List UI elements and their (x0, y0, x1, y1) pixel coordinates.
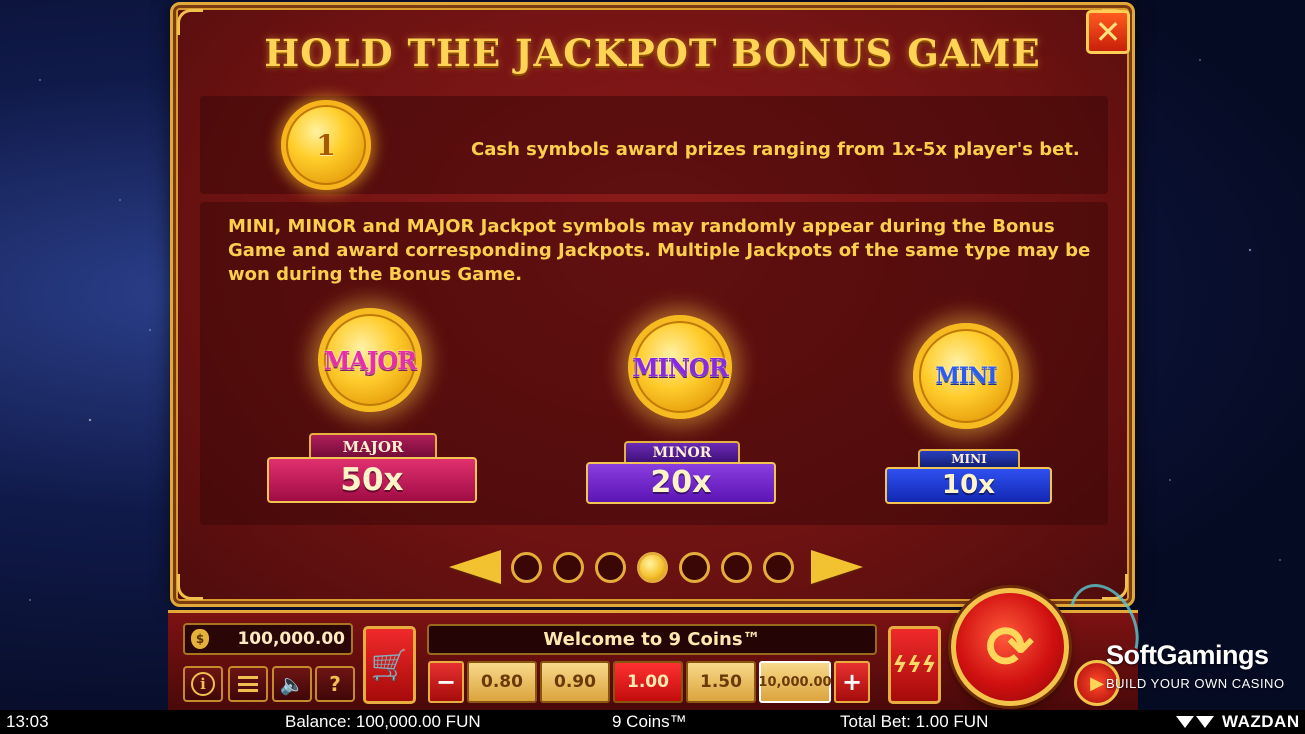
help-icon: ? (329, 672, 341, 696)
bet-option-custom[interactable]: 10,000.00 (758, 661, 832, 703)
panel-corner-ornament (177, 574, 203, 600)
page-dot[interactable] (511, 552, 542, 583)
autoplay-icon: ϟϟϟ (892, 652, 937, 678)
cash-coin-icon: 1 (281, 100, 371, 190)
money-bag-icon: $ (191, 629, 209, 649)
bet-increase-button[interactable]: + (834, 661, 870, 703)
minor-coin-label: MINOR (632, 352, 729, 382)
watermark-tagline: BUILD YOUR OWN CASINO (1106, 676, 1285, 691)
page-dot-active[interactable] (637, 552, 668, 583)
minor-tag: MINOR (624, 441, 740, 463)
info-button[interactable]: i (183, 666, 223, 702)
watermark-brand: SoftGamings (1106, 640, 1269, 670)
bet-selector: − 0.80 0.90 1.00 1.50 10,000.00 + (428, 661, 875, 703)
cart-icon: 🛒 (370, 647, 409, 683)
next-page-arrow-icon[interactable] (811, 550, 863, 584)
help-button[interactable]: ? (315, 666, 355, 702)
autoplay-button[interactable]: ϟϟϟ (888, 626, 941, 704)
page-dot[interactable] (721, 552, 752, 583)
close-button[interactable]: ✕ (1086, 10, 1130, 54)
page-dot[interactable] (595, 552, 626, 583)
pagination-dots (511, 552, 794, 583)
bet-option[interactable]: 1.50 (686, 661, 756, 703)
play-icon: ▶ (1090, 672, 1104, 694)
jackpot-description: MINI, MINOR and MAJOR Jackpot symbols ma… (228, 216, 1091, 285)
shop-button[interactable]: 🛒 (363, 626, 416, 704)
mini-coin-label: MINI (935, 363, 997, 389)
cash-coin-value: 1 (316, 128, 336, 162)
prev-page-arrow-icon[interactable] (449, 550, 501, 584)
bet-option-selected[interactable]: 1.00 (613, 661, 683, 703)
balance-display: $ 100,000.00 (183, 623, 353, 655)
bet-option[interactable]: 0.90 (540, 661, 610, 703)
menu-icon (238, 676, 258, 692)
status-total-bet: Total Bet: 1.00 FUN (840, 712, 989, 731)
mini-coin-icon: MINI (913, 323, 1019, 429)
bet-decrease-button[interactable]: − (428, 661, 464, 703)
speaker-icon: 🔈 (279, 672, 305, 696)
minor-value: 20x (586, 462, 776, 504)
menu-button[interactable] (228, 666, 268, 702)
status-balance: Balance: 100,000.00 FUN (285, 712, 481, 731)
cash-description: Cash symbols award prizes ranging from 1… (471, 139, 1080, 160)
sound-button[interactable]: 🔈 (272, 666, 312, 702)
major-tag: MAJOR (309, 433, 437, 459)
major-value: 50x (267, 457, 477, 503)
provider-logo: WAZDAN (1222, 712, 1300, 731)
page-dot[interactable] (679, 552, 710, 583)
major-coin-label: MAJOR (323, 345, 417, 375)
spin-icon: ⟳ (985, 613, 1035, 681)
minor-coin-icon: MINOR (628, 315, 732, 419)
close-icon: ✕ (1094, 13, 1122, 51)
balance-value: 100,000.00 (237, 629, 345, 649)
info-icon: i (191, 672, 215, 696)
status-bar: 13:03 Balance: 100,000.00 FUN 9 Coins™ T… (0, 710, 1305, 734)
paytable-panel: HOLD THE JACKPOT BONUS GAME ✕ 1 Cash sym… (170, 2, 1135, 607)
page-title: HOLD THE JACKPOT BONUS GAME (264, 31, 1041, 75)
major-coin-icon: MAJOR (318, 308, 422, 412)
page-dot[interactable] (553, 552, 584, 583)
mini-tag: MINI (918, 449, 1020, 468)
wazdan-logo-icon (1176, 716, 1216, 728)
spin-button[interactable]: ⟳ (951, 588, 1069, 706)
mini-value: 10x (885, 467, 1052, 504)
bet-option[interactable]: 0.80 (467, 661, 537, 703)
status-game-name: 9 Coins™ (612, 712, 687, 731)
clock: 13:03 (6, 712, 49, 731)
page-dot[interactable] (763, 552, 794, 583)
welcome-message: Welcome to 9 Coins™ (427, 624, 877, 655)
